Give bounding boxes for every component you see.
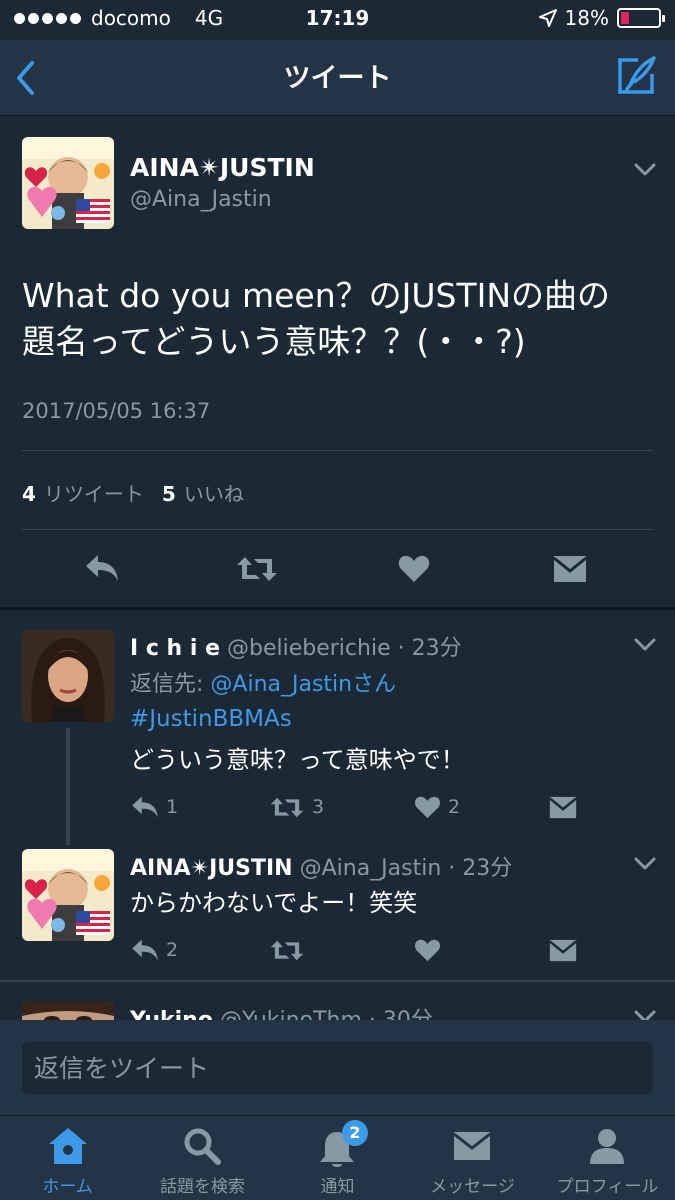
reply-to-label: 返信先: <box>130 672 211 697</box>
home-icon <box>49 1128 87 1164</box>
divider <box>22 529 653 530</box>
tab-label: メッセージ <box>430 1177 515 1197</box>
like-label[interactable]: いいね <box>184 478 244 507</box>
search-icon <box>184 1128 221 1165</box>
author-name[interactable]: Yukino <box>130 1008 213 1020</box>
battery-percent: 18% <box>564 6 609 30</box>
reply-to-link[interactable]: @Aina_Jastinさん <box>210 672 396 697</box>
divider <box>22 450 653 451</box>
avatar-image <box>22 849 114 941</box>
envelope-icon[interactable] <box>549 939 577 962</box>
author-name[interactable]: I c h i e <box>130 636 220 661</box>
main-tweet: AINA✴︎JUSTIN @Aina_Jastin What do you me… <box>0 117 675 607</box>
like-count: 2 <box>448 796 461 818</box>
retweet-icon[interactable] <box>236 555 278 583</box>
like-count[interactable]: 5 <box>162 482 176 506</box>
chevron-down-icon[interactable] <box>634 1010 656 1020</box>
chevron-down-icon[interactable] <box>634 857 656 871</box>
heart-icon[interactable] <box>398 555 430 583</box>
avatar[interactable] <box>22 1002 114 1020</box>
tweet-text: What do you meen？のJUSTINの曲の 題名ってどういう意味？？… <box>22 273 610 365</box>
author-handle[interactable]: @belieberichie <box>227 636 391 661</box>
tab-label: 話題を検索 <box>160 1177 245 1197</box>
tweet-age: · 23分 <box>448 856 513 881</box>
reply-tweet[interactable]: Yukino @YukinoThm · 30分 <box>0 982 675 1020</box>
retweet-label[interactable]: リツイート <box>44 478 144 507</box>
location-arrow-icon <box>538 9 557 27</box>
reply-header: I c h i e @belieberichie · 23分 <box>130 630 462 662</box>
reply-bar <box>0 1020 675 1115</box>
tab-label: 通知 <box>320 1177 355 1197</box>
chevron-down-icon[interactable] <box>634 163 656 177</box>
heart-icon[interactable] <box>414 796 441 819</box>
author-handle[interactable]: @Aina_Jastin <box>300 856 442 881</box>
avatar-image <box>22 630 114 722</box>
battery-icon <box>617 8 665 28</box>
avatar-image <box>22 1002 114 1020</box>
thread-line <box>66 728 70 845</box>
person-icon <box>590 1129 624 1164</box>
avatar[interactable] <box>22 630 114 722</box>
chevron-down-icon[interactable] <box>634 638 656 652</box>
tweet-text-line-2: 題名ってどういう意味？？(・・?) <box>22 322 526 361</box>
page-title: ツイート <box>283 63 392 94</box>
tab-label: ホーム <box>42 1177 93 1197</box>
tweet-stats: 4 リツイート 5 いいね <box>22 478 244 507</box>
author-handle[interactable]: @Aina_Jastin <box>130 187 272 212</box>
reply-tweet[interactable]: AINA✴︎JUSTIN @Aina_Jastin · 23分 からかわないでよ… <box>0 845 675 980</box>
heart-icon[interactable] <box>414 939 441 962</box>
avatar[interactable] <box>22 137 114 229</box>
tab-home[interactable]: ホーム <box>0 1116 135 1200</box>
reply-text: どういう意味？って意味やで！ <box>130 746 465 774</box>
reply-header: Yukino @YukinoThm · 30分 <box>130 1002 433 1020</box>
retweet-icon[interactable] <box>270 796 304 819</box>
reply-text: からかわないでよー！笑笑 <box>130 889 418 917</box>
tab-profile[interactable]: プロフィール <box>540 1116 675 1200</box>
tab-label: プロフィール <box>556 1177 659 1197</box>
reply-count: 1 <box>166 796 179 818</box>
author-handle[interactable]: @YukinoThm <box>220 1008 362 1020</box>
reply-to: 返信先: @Aina_Jastinさん <box>130 666 396 698</box>
tweet-age: · 30分 <box>369 1008 433 1020</box>
reply-header: AINA✴︎JUSTIN @Aina_Jastin · 23分 <box>130 850 512 882</box>
reply-icon[interactable] <box>130 795 160 819</box>
tab-bar: ホーム 話題を検索 2 通知 メッセージ プロフィール <box>0 1115 675 1200</box>
retweet-icon[interactable] <box>270 939 304 962</box>
tweet-age: · 23分 <box>397 636 462 661</box>
envelope-icon[interactable] <box>549 796 577 819</box>
retweet-count[interactable]: 4 <box>22 482 36 506</box>
tweet-text-line-1: What do you meen？のJUSTINの曲の <box>22 276 611 315</box>
tab-notifications[interactable]: 2 通知 <box>270 1116 405 1200</box>
envelope-icon <box>453 1132 491 1160</box>
author-name[interactable]: AINA✴︎JUSTIN <box>130 153 315 182</box>
avatar[interactable] <box>22 849 114 941</box>
notification-badge: 2 <box>342 1120 368 1146</box>
envelope-icon[interactable] <box>553 555 587 583</box>
reply-icon[interactable] <box>84 553 120 583</box>
avatar-image <box>22 137 114 229</box>
author-name[interactable]: AINA✴︎JUSTIN <box>130 856 293 881</box>
reply-tweet[interactable]: I c h i e @belieberichie · 23分 返信先: @Ain… <box>0 610 675 845</box>
hashtag-link[interactable]: #JustinBBMAs <box>130 706 292 732</box>
reply-input[interactable] <box>22 1042 653 1094</box>
retweet-count: 3 <box>312 796 325 818</box>
status-bar: docomo 4G 17:19 18% <box>0 0 675 40</box>
tab-search[interactable]: 話題を検索 <box>135 1116 270 1200</box>
nav-bar: ツイート <box>0 40 675 116</box>
tab-messages[interactable]: メッセージ <box>405 1116 540 1200</box>
tweet-timestamp: 2017/05/05 16:37 <box>22 399 211 423</box>
compose-tweet-icon[interactable] <box>614 54 658 98</box>
reply-count: 2 <box>166 939 179 961</box>
reply-icon[interactable] <box>130 938 160 962</box>
